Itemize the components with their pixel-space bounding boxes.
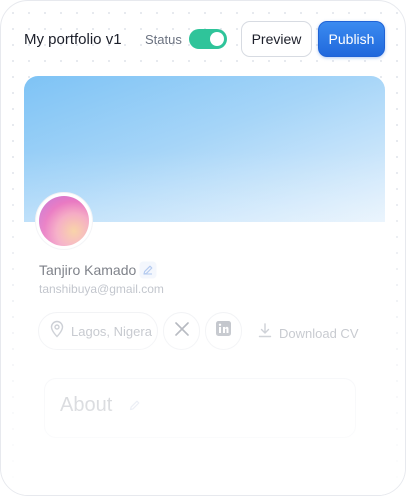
preview-button[interactable]: Preview xyxy=(241,21,312,57)
toggle-knob xyxy=(210,32,224,46)
pencil-icon[interactable] xyxy=(127,397,143,413)
about-heading: About xyxy=(60,394,113,416)
avatar-image xyxy=(39,196,89,246)
location-chip[interactable]: Lagos, Nigera xyxy=(38,312,158,350)
download-cv-label: Download CV xyxy=(279,325,359,341)
about-section[interactable]: About xyxy=(44,378,356,438)
linkedin-social-button[interactable] xyxy=(205,312,242,350)
download-cv-button[interactable]: Download CV xyxy=(258,323,359,343)
status-toggle[interactable] xyxy=(189,29,227,49)
profile-name: Tanjiro Kamado xyxy=(39,262,137,278)
portfolio-title: My portfolio v1 xyxy=(24,31,122,48)
profile-preview: Tanjiro Kamado tanshibuya@gmail.com Lago… xyxy=(24,76,385,495)
portfolio-editor-card: My portfolio v1 Status Preview Publish T… xyxy=(0,0,406,496)
publish-button[interactable]: Publish xyxy=(318,21,385,57)
avatar[interactable] xyxy=(35,192,93,250)
x-social-button[interactable] xyxy=(163,312,200,350)
profile-email: tanshibuya@gmail.com xyxy=(39,282,164,296)
linkedin-icon xyxy=(216,321,231,341)
location-text: Lagos, Nigera xyxy=(71,323,152,339)
map-pin-icon xyxy=(49,320,65,343)
x-logo-icon xyxy=(174,321,189,341)
status-label: Status xyxy=(145,32,182,47)
pencil-icon[interactable] xyxy=(139,261,157,279)
download-icon xyxy=(258,323,272,343)
